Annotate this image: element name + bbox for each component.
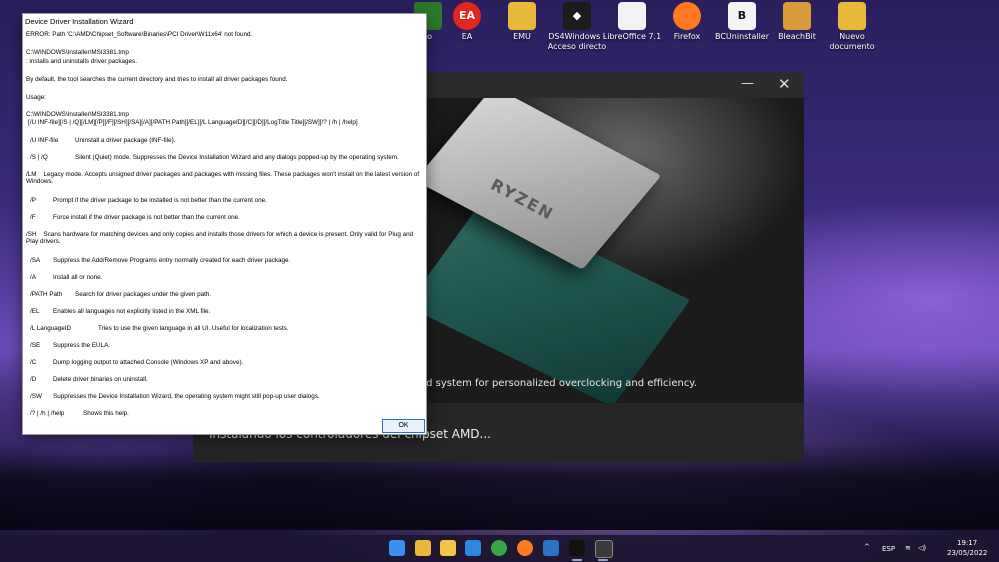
installer-tagline: ed system for personalized overclocking … — [420, 378, 697, 389]
usage-label: Usage: — [26, 94, 46, 101]
driver-wizard-dialog: Device Driver Installation Wizard ERROR:… — [22, 13, 427, 435]
option-description: Force install if the driver package is n… — [53, 214, 240, 221]
option-switch: /SE — [30, 342, 41, 349]
clock-date[interactable]: 23/05/2022 — [947, 549, 987, 557]
start-icon[interactable] — [389, 540, 405, 556]
desktop-icon-label: Nuevo documento — [829, 32, 875, 51]
exe-description: : installs and uninstalls driver package… — [26, 58, 137, 65]
option-switch: /SA — [30, 257, 41, 264]
usage-path: C:\WINDOWS\Installer\MSI3381.tmp — [26, 111, 129, 118]
mail-icon[interactable] — [465, 540, 481, 556]
clock-time[interactable]: 19:17 — [957, 539, 977, 547]
option-description: Enables all languages not explicitly lis… — [53, 308, 211, 315]
option-sh: /SH Scans hardware for matching devices … — [26, 231, 422, 245]
option-description: Prompt if the driver package to be insta… — [53, 197, 267, 204]
option-description: Uninstall a driver package (INF-file). — [75, 137, 176, 144]
language-indicator[interactable]: ESP — [882, 545, 895, 553]
installer-icon[interactable] — [595, 540, 613, 558]
option-description: Shows this help. — [83, 410, 129, 417]
taskbar: ^ ESP ≋ ◁) 19:17 23/05/2022 — [0, 535, 999, 562]
option-switch: /LM — [26, 171, 37, 178]
option-switch: /D — [30, 376, 37, 383]
option-description: Scans hardware for matching devices and … — [26, 231, 414, 245]
amd-icon[interactable] — [569, 540, 585, 556]
option-description: Silent (Quiet) mode. Suppresses the Devi… — [75, 154, 399, 161]
option-description: Search for driver packages under the giv… — [75, 291, 212, 298]
error-message: ERROR: Path 'C:\AMD\Chipset_Software\Bin… — [26, 31, 253, 38]
option-description: Tries to use the given language in all U… — [98, 325, 289, 332]
ea-icon: EA — [453, 2, 481, 30]
folder-icon — [838, 2, 866, 30]
file-explorer-icon[interactable] — [415, 540, 431, 556]
steam-icon[interactable] — [543, 540, 559, 556]
option-switch: /U INF-file — [30, 137, 59, 144]
exe-path: C:\WINDOWS\Installer\MSI3381.tmp — [26, 49, 129, 56]
option-switch: /EL — [30, 308, 40, 315]
dialog-title: Device Driver Installation Wizard — [25, 17, 134, 26]
broom-icon — [783, 2, 811, 30]
option-switch: /A — [30, 274, 36, 281]
option-switch: /? | /h | /help — [30, 410, 65, 417]
bcuninstaller-icon: B — [728, 2, 756, 30]
desktop-icon-nuevo-documento[interactable]: Nuevo documento — [817, 2, 887, 52]
option-lm: /LM Legacy mode. Accepts unsigned driver… — [26, 171, 422, 185]
active-indicator — [572, 559, 582, 561]
option-switch: /SW — [30, 393, 42, 400]
usage-syntax: [/U INF-file][/S | /Q][/LM][/P][/F][/SH]… — [28, 119, 358, 126]
tray-chevron-icon[interactable]: ^ — [864, 543, 870, 551]
default-note: By default, the tool searches the curren… — [26, 76, 288, 83]
firefox-icon — [673, 2, 701, 30]
folder-icon[interactable] — [440, 540, 456, 556]
minimize-button[interactable]: — — [741, 76, 754, 91]
option-switch: /PATH Path — [30, 291, 63, 298]
option-switch: /F — [30, 214, 36, 221]
option-switch: /SH — [26, 231, 37, 238]
option-switch: /P — [30, 197, 36, 204]
firefox-icon[interactable] — [517, 540, 533, 556]
document-icon — [618, 2, 646, 30]
volume-icon[interactable]: ◁) — [918, 544, 926, 552]
option-switch: /L LanguageID — [30, 325, 72, 332]
option-switch: /C — [30, 359, 37, 366]
option-description: Suppress the Add/Remove Programs entry n… — [53, 257, 291, 264]
option-switch: /S | /Q — [30, 154, 48, 161]
gamepad-icon: ◆ — [563, 2, 591, 30]
option-description: Install all or none. — [53, 274, 103, 281]
close-button[interactable]: ✕ — [778, 75, 791, 93]
ok-button[interactable]: OK — [382, 419, 425, 433]
xbox-icon[interactable] — [491, 540, 507, 556]
option-description: Suppress the EULA. — [53, 342, 111, 349]
option-description: Dump logging output to attached Console … — [53, 359, 244, 366]
option-description: Delete driver binaries on uninstall. — [53, 376, 148, 383]
active-indicator — [598, 559, 608, 561]
option-description: Suppresses the Device Installation Wizar… — [53, 393, 320, 400]
option-description: Legacy mode. Accepts unsigned driver pac… — [26, 171, 420, 185]
wifi-icon[interactable]: ≋ — [905, 544, 911, 552]
folder-icon — [508, 2, 536, 30]
